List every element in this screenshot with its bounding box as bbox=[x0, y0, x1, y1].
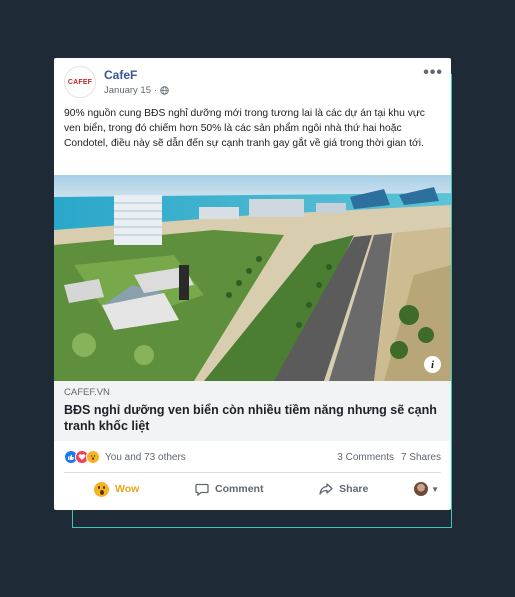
reactions-text: You and 73 others bbox=[105, 451, 186, 463]
facebook-post-card: CAFEF CafeF January 15 · ••• 90% nguồn c… bbox=[54, 58, 451, 510]
info-icon[interactable]: i bbox=[424, 356, 441, 373]
action-bar: Wow Comment Share ▼ bbox=[64, 476, 441, 502]
comments-count[interactable]: 3 Comments bbox=[337, 452, 394, 463]
page-name-link[interactable]: CafeF bbox=[104, 68, 137, 82]
wow-icon bbox=[94, 481, 109, 497]
engagement-stats: You and 73 others 3 Comments 7 Shares bbox=[64, 448, 441, 466]
shares-count[interactable]: 7 Shares bbox=[401, 452, 441, 463]
share-label: Share bbox=[339, 483, 369, 495]
page-logo-text: CAFEF bbox=[67, 78, 93, 86]
link-preview[interactable]: CAFEF.VN BĐS nghỉ dưỡng ven biển còn nhi… bbox=[54, 381, 451, 441]
link-domain: CAFEF.VN bbox=[64, 387, 110, 398]
more-options-icon[interactable]: ••• bbox=[423, 64, 443, 82]
post-date[interactable]: January 15 bbox=[104, 85, 151, 96]
avatar bbox=[414, 482, 429, 496]
comment-icon bbox=[195, 483, 209, 496]
post-header: CAFEF CafeF January 15 · ••• bbox=[64, 64, 443, 108]
meta-separator: · bbox=[154, 85, 158, 96]
counts: 3 Comments 7 Shares bbox=[337, 452, 441, 463]
post-text: 90% nguồn cung BĐS nghỉ dưỡng mới trong … bbox=[64, 108, 425, 149]
link-title[interactable]: BĐS nghỉ dưỡng ven biển còn nhiều tiềm n… bbox=[64, 402, 441, 434]
divider bbox=[64, 472, 441, 473]
wow-label: Wow bbox=[115, 483, 140, 495]
post-image[interactable]: i bbox=[54, 175, 451, 381]
wow-reaction-button[interactable]: Wow bbox=[84, 481, 149, 497]
globe-icon bbox=[160, 86, 169, 95]
chevron-down-icon: ▼ bbox=[431, 484, 439, 494]
profile-selector[interactable]: ▼ bbox=[414, 482, 441, 496]
page-avatar[interactable]: CAFEF bbox=[64, 66, 96, 98]
post-meta: January 15 · bbox=[104, 85, 169, 96]
comment-label: Comment bbox=[215, 483, 264, 495]
resort-aerial-photo bbox=[54, 175, 451, 381]
comment-button[interactable]: Comment bbox=[185, 482, 273, 496]
reactions-summary[interactable]: You and 73 others bbox=[64, 450, 186, 464]
wow-icon bbox=[86, 450, 100, 464]
share-icon bbox=[319, 483, 333, 495]
share-button[interactable]: Share bbox=[309, 482, 378, 496]
